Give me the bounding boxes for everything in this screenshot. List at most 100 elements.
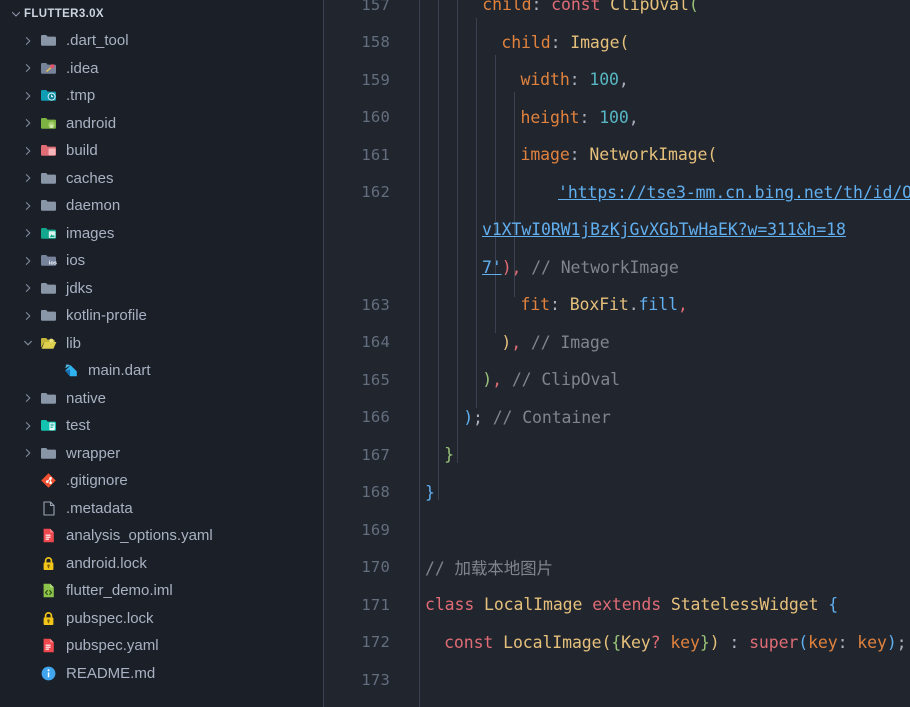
tree-item-build[interactable]: build: [0, 137, 324, 165]
tree-item-native[interactable]: native: [0, 385, 324, 413]
line-number: 169: [361, 520, 390, 539]
tree-item-android[interactable]: android: [0, 110, 324, 138]
line-text: ); // Container: [463, 407, 611, 427]
line-text: }: [425, 482, 435, 502]
lock-icon: [40, 610, 64, 627]
line-text: 'https://tse3-mm.cn.bing.net/th/id/OI: [558, 182, 910, 202]
tree-item-readme-md[interactable]: README.md: [0, 660, 324, 688]
tree-item-label: flutter_demo.iml: [66, 582, 173, 600]
tree-item-jdks[interactable]: jdks: [0, 275, 324, 303]
chevron-right-icon[interactable]: [22, 447, 40, 459]
line-text: ), // Image: [501, 332, 610, 352]
chevron-right-icon[interactable]: [22, 420, 40, 432]
info-icon: [40, 665, 64, 682]
folder-build-icon: [40, 142, 64, 159]
yaml-icon: [40, 527, 64, 544]
line-text: const LocalImage({Key? key}) : super(key…: [444, 632, 907, 652]
tree-item-label: pubspec.lock: [66, 609, 154, 627]
folder-lib-open-icon: [40, 335, 64, 352]
code-line-162: 162 'https://tse3-mm.cn.bing.net/th/id/OI: [324, 174, 910, 212]
chevron-right-icon[interactable]: [22, 145, 40, 157]
tree-item-label: analysis_options.yaml: [66, 527, 213, 545]
code-line-166: 166 ); // Container: [324, 399, 910, 437]
tree-item-kotlin-profile[interactable]: kotlin-profile: [0, 302, 324, 330]
tree-item-label: .gitignore: [66, 472, 128, 490]
tree-item-lib[interactable]: lib: [0, 330, 324, 358]
chevron-right-icon[interactable]: [22, 227, 40, 239]
tree-item-label: daemon: [66, 197, 121, 215]
tree-item-gitignore[interactable]: .gitignore: [0, 467, 324, 495]
line-number: 159: [361, 70, 390, 89]
code-line-wrapped: v1XTwI0RW1jBzKjGvXGbTwHaEK?w=311&h=18: [324, 211, 910, 249]
chevron-right-icon[interactable]: [22, 62, 40, 74]
line-text: child: Image(: [501, 32, 630, 52]
folder-icon: [40, 170, 64, 187]
code-line-163: 163 fit: BoxFit.fill,: [324, 286, 910, 324]
chevron-down-icon[interactable]: [22, 337, 40, 349]
tree-item-label: .idea: [66, 59, 99, 77]
chevron-right-icon[interactable]: [22, 255, 40, 267]
line-text: height: 100,: [520, 107, 639, 127]
chevron-right-icon[interactable]: [22, 117, 40, 129]
tree-item-label: native: [66, 389, 107, 407]
line-number: 166: [361, 408, 390, 427]
tree-item-metadata[interactable]: .metadata: [0, 495, 324, 523]
folder-idea-icon: [40, 60, 64, 77]
tree-item-tmp[interactable]: .tmp: [0, 82, 324, 110]
vscode-window: FLUTTER3.0X .dart_tool .idea .tmp android bu…: [0, 0, 910, 707]
tree-item-test[interactable]: test: [0, 412, 324, 440]
code-line-wrapped: 7'), // NetworkImage: [324, 249, 910, 287]
chevron-right-icon[interactable]: [22, 282, 40, 294]
tree-item-label: android: [66, 114, 117, 132]
chevron-right-icon[interactable]: [22, 200, 40, 212]
tree-item-label: images: [66, 224, 115, 242]
svg-text:ios: ios: [49, 261, 57, 267]
tree-item-android-lock[interactable]: android.lock: [0, 550, 324, 578]
tree-item-caches[interactable]: caches: [0, 165, 324, 193]
code-line-161: 161 image: NetworkImage(: [324, 136, 910, 174]
line-text: image: NetworkImage(: [520, 145, 718, 165]
tree-item-label: .dart_tool: [66, 32, 129, 50]
chevron-right-icon[interactable]: [22, 35, 40, 47]
code-editor[interactable]: 157 child: const ClipOval( 158 child: Image…: [324, 0, 910, 707]
tree-item-label: build: [66, 142, 98, 160]
code-line-158: 158 child: Image(: [324, 24, 910, 62]
tree-item-label: pubspec.yaml: [66, 637, 159, 655]
line-number: 163: [361, 295, 390, 314]
tree-item-idea[interactable]: .idea: [0, 55, 324, 83]
tree-item-images[interactable]: images: [0, 220, 324, 248]
code-line-157: 157 child: const ClipOval(: [324, 0, 910, 24]
tree-item-analysis-options-yaml[interactable]: analysis_options.yaml: [0, 522, 324, 550]
tree-item-label: main.dart: [88, 362, 151, 380]
tree-item-pubspec-yaml[interactable]: pubspec.yaml: [0, 632, 324, 660]
line-number: 161: [361, 145, 390, 164]
tree-item-main-dart[interactable]: main.dart: [0, 357, 324, 385]
explorer-root-header[interactable]: FLUTTER3.0X: [0, 0, 324, 27]
explorer-sidebar: FLUTTER3.0X .dart_tool .idea .tmp android bu…: [0, 0, 324, 707]
file-tree: .dart_tool .idea .tmp android build caches dae…: [0, 27, 324, 687]
line-number: 158: [361, 33, 390, 52]
tree-item-dart-tool[interactable]: .dart_tool: [0, 27, 324, 55]
git-icon: [40, 472, 64, 489]
tree-item-flutter-demo-iml[interactable]: flutter_demo.iml: [0, 577, 324, 605]
line-text: ), // ClipOval: [482, 370, 621, 390]
tree-item-label: test: [66, 417, 91, 435]
folder-icon: [40, 390, 64, 407]
chevron-right-icon[interactable]: [22, 172, 40, 184]
line-text: fit: BoxFit.fill,: [520, 295, 688, 315]
tree-item-wrapper[interactable]: wrapper: [0, 440, 324, 468]
tree-item-daemon[interactable]: daemon: [0, 192, 324, 220]
lock-icon: [40, 555, 64, 572]
explorer-root-label: FLUTTER3.0X: [24, 7, 104, 20]
line-number: 167: [361, 445, 390, 464]
line-text: class LocalImage extends StatelessWidget…: [425, 595, 839, 615]
tree-item-pubspec-lock[interactable]: pubspec.lock: [0, 605, 324, 633]
xml-icon: [40, 582, 64, 599]
tree-item-label: kotlin-profile: [66, 307, 147, 325]
tree-item-label: .tmp: [66, 87, 96, 105]
tree-item-ios[interactable]: ios ios: [0, 247, 324, 275]
chevron-right-icon[interactable]: [22, 392, 40, 404]
code-line-170: 170 // 加载本地图片: [324, 549, 910, 587]
chevron-right-icon[interactable]: [22, 310, 40, 322]
chevron-right-icon[interactable]: [22, 90, 40, 102]
